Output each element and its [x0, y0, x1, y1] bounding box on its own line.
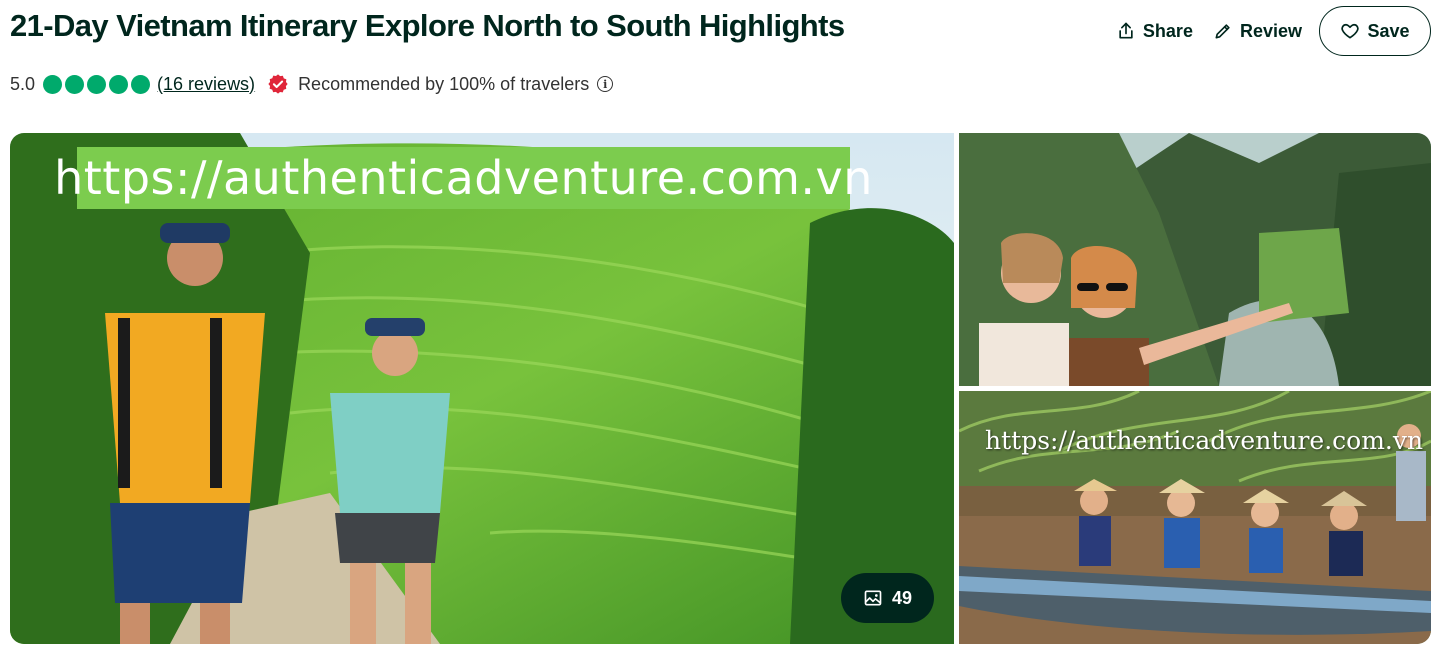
recommended-text: Recommended by 100% of travelers: [298, 73, 590, 94]
top-right-photo[interactable]: [959, 133, 1431, 386]
save-button[interactable]: Save: [1319, 6, 1431, 56]
main-photo-image: [10, 133, 954, 644]
page-title: 21-Day Vietnam Itinerary Explore North t…: [10, 8, 845, 43]
review-button[interactable]: Review: [1213, 21, 1302, 42]
share-button[interactable]: Share: [1116, 21, 1193, 42]
photo-count-button[interactable]: 49: [841, 573, 934, 623]
header-actions: Share Review Save: [1116, 6, 1431, 56]
rating-bubbles: [43, 74, 151, 94]
rating-score: 5.0: [10, 73, 36, 94]
share-label: Share: [1142, 20, 1193, 41]
rating-bubble: [109, 74, 129, 94]
top-right-photo-image: [959, 133, 1431, 386]
bottom-right-photo[interactable]: https://authenticadventure.com.vn: [959, 391, 1431, 644]
photo-gallery: https://authenticadventure.com.vn 49 htt…: [10, 133, 1431, 644]
rating-row: 5.0 (16 reviews) Recommended by 100% of …: [10, 70, 614, 98]
image-icon: [864, 590, 882, 606]
rating-bubble: [87, 74, 107, 94]
heart-icon: [1341, 23, 1360, 39]
recommended-badge-icon: [268, 74, 288, 94]
rating-bubble: [43, 74, 63, 94]
rating-bubble: [131, 74, 151, 94]
main-photo-watermark: https://authenticadventure.com.vn: [54, 147, 872, 209]
save-label: Save: [1367, 20, 1410, 41]
reviews-link[interactable]: (16 reviews): [157, 74, 255, 95]
review-label: Review: [1239, 20, 1302, 41]
bottom-right-watermark: https://authenticadventure.com.vn: [985, 426, 1424, 455]
main-photo[interactable]: https://authenticadventure.com.vn 49: [10, 133, 954, 644]
info-icon[interactable]: i: [597, 76, 614, 92]
photo-count: 49: [891, 587, 913, 608]
rating-bubble: [65, 74, 85, 94]
share-icon: [1119, 22, 1133, 39]
pencil-icon: [1215, 24, 1230, 39]
